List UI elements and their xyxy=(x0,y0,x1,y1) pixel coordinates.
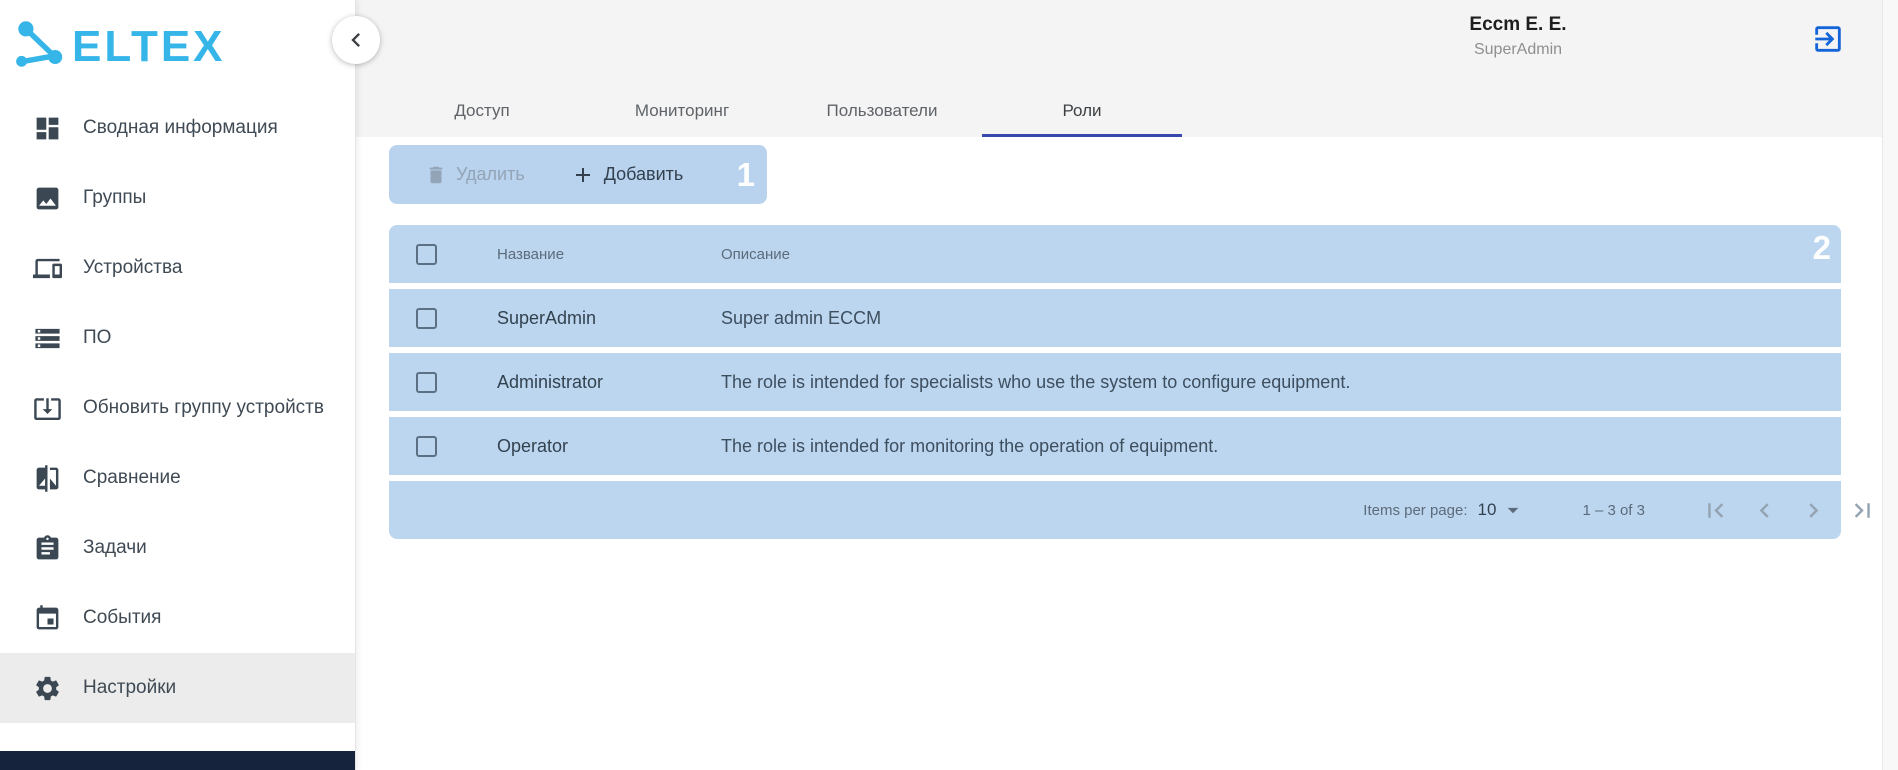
table-row[interactable]: SuperAdmin Super admin ECCM xyxy=(389,289,1841,347)
annotation-number-2: 2 xyxy=(1813,231,1831,264)
chevron-left-icon xyxy=(1750,496,1779,525)
sidebar-item-events[interactable]: События xyxy=(0,583,355,653)
role-name: Operator xyxy=(497,436,721,457)
eltex-logo: ELTEX xyxy=(0,0,355,93)
paginator: Items per page: 10 1 – 3 of 3 xyxy=(389,481,1841,539)
compare-icon xyxy=(33,464,62,493)
dashboard-icon xyxy=(33,114,62,143)
app-root: ELTEX Сводная информация Группы Устройст… xyxy=(0,0,1898,770)
exit-to-app-icon xyxy=(1811,22,1845,58)
table-row[interactable]: Administrator The role is intended for s… xyxy=(389,353,1841,411)
column-header-name: Название xyxy=(497,246,721,263)
role-name: SuperAdmin xyxy=(497,308,721,329)
chevron-left-icon xyxy=(342,26,370,54)
next-page-button[interactable] xyxy=(1799,496,1828,525)
roles-table: Название Описание 2 SuperAdmin Super adm… xyxy=(389,225,1841,539)
sidebar-item-label: Группы xyxy=(83,187,146,209)
sidebar-item-label: Настройки xyxy=(83,677,176,699)
sidebar-menu: Сводная информация Группы Устройства ПО xyxy=(0,93,355,723)
page-size-value: 10 xyxy=(1478,500,1497,520)
tab-label: Доступ xyxy=(454,101,509,121)
sidebar-collapse-button[interactable] xyxy=(332,16,380,64)
sidebar-item-software[interactable]: ПО xyxy=(0,303,355,373)
chevron-right-icon xyxy=(1799,496,1828,525)
annotation-number-1: 1 xyxy=(737,158,755,191)
plus-icon xyxy=(571,163,595,187)
last-page-button[interactable] xyxy=(1848,496,1877,525)
user-role: SuperAdmin xyxy=(1418,41,1618,59)
user-info: Eccm E. E. SuperAdmin xyxy=(1418,14,1618,59)
role-name: Administrator xyxy=(497,372,721,393)
image-icon xyxy=(33,184,62,213)
eltex-logo-icon xyxy=(14,18,66,75)
storage-icon xyxy=(33,324,62,353)
tab-roles[interactable]: Роли xyxy=(982,84,1182,137)
add-button-label: Добавить xyxy=(604,164,684,185)
last-page-icon xyxy=(1848,496,1877,525)
row-checkbox[interactable] xyxy=(416,436,437,457)
system-update-icon xyxy=(33,394,62,423)
table-header-row: Название Описание 2 xyxy=(389,225,1841,283)
sidebar-item-label: Сравнение xyxy=(83,467,181,489)
tab-users[interactable]: Пользователи xyxy=(782,84,982,137)
roles-page: Удалить Добавить 1 Название Описание 2 S… xyxy=(356,137,1898,770)
roles-toolbar: Удалить Добавить 1 xyxy=(389,145,767,204)
first-page-icon xyxy=(1701,496,1730,525)
sidebar-item-label: Обновить группу устройств xyxy=(83,397,324,419)
tab-access[interactable]: Доступ xyxy=(382,84,582,137)
sidebar-item-devices[interactable]: Устройства xyxy=(0,233,355,303)
sidebar-item-settings[interactable]: Настройки xyxy=(0,653,355,723)
tab-label: Пользователи xyxy=(827,101,938,121)
role-description: Super admin ECCM xyxy=(721,308,1841,329)
previous-page-button[interactable] xyxy=(1750,496,1779,525)
select-all-checkbox[interactable] xyxy=(416,244,437,265)
sidebar-item-label: События xyxy=(83,607,161,629)
page-size-select[interactable]: 10 xyxy=(1478,497,1527,523)
eltex-logo-text: ELTEX xyxy=(72,22,226,72)
sidebar-item-compare[interactable]: Сравнение xyxy=(0,443,355,513)
role-description: The role is intended for monitoring the … xyxy=(721,436,1841,457)
sidebar-footer-bar xyxy=(0,751,355,770)
sidebar-item-update-group[interactable]: Обновить группу устройств xyxy=(0,373,355,443)
column-header-description: Описание xyxy=(721,246,1841,263)
sidebar-item-label: Сводная информация xyxy=(83,117,278,139)
role-description: The role is intended for specialists who… xyxy=(721,372,1841,393)
sidebar-item-summary[interactable]: Сводная информация xyxy=(0,93,355,163)
table-row[interactable]: Operator The role is intended for monito… xyxy=(389,417,1841,475)
gear-icon xyxy=(33,674,62,703)
delete-button[interactable]: Удалить xyxy=(425,164,525,186)
tab-label: Роли xyxy=(1062,101,1101,121)
items-per-page-label: Items per page: xyxy=(1363,502,1467,519)
sidebar-item-label: Устройства xyxy=(83,257,182,279)
first-page-button[interactable] xyxy=(1701,496,1730,525)
tab-label: Мониторинг xyxy=(635,101,729,121)
add-button[interactable]: Добавить xyxy=(571,163,684,187)
tasks-icon xyxy=(33,534,62,563)
row-checkbox[interactable] xyxy=(416,308,437,329)
calendar-icon xyxy=(33,604,62,633)
sidebar-item-groups[interactable]: Группы xyxy=(0,163,355,233)
trash-icon xyxy=(425,164,447,186)
tab-monitoring[interactable]: Мониторинг xyxy=(582,84,782,137)
user-name: Eccm E. E. xyxy=(1418,14,1618,36)
sidebar-item-tasks[interactable]: Задачи xyxy=(0,513,355,583)
caret-down-icon xyxy=(1500,497,1526,523)
top-header: Eccm E. E. SuperAdmin Доступ Мониторинг … xyxy=(356,0,1898,137)
sidebar: ELTEX Сводная информация Группы Устройст… xyxy=(0,0,356,770)
scrollbar-track[interactable] xyxy=(1882,0,1898,770)
logout-button[interactable] xyxy=(1811,22,1847,58)
devices-icon xyxy=(33,254,62,283)
delete-button-label: Удалить xyxy=(456,164,525,185)
row-checkbox[interactable] xyxy=(416,372,437,393)
page-range-label: 1 – 3 of 3 xyxy=(1582,502,1645,519)
sidebar-item-label: Задачи xyxy=(83,537,147,559)
sidebar-item-label: ПО xyxy=(83,327,111,349)
tab-bar: Доступ Мониторинг Пользователи Роли xyxy=(382,84,1182,137)
